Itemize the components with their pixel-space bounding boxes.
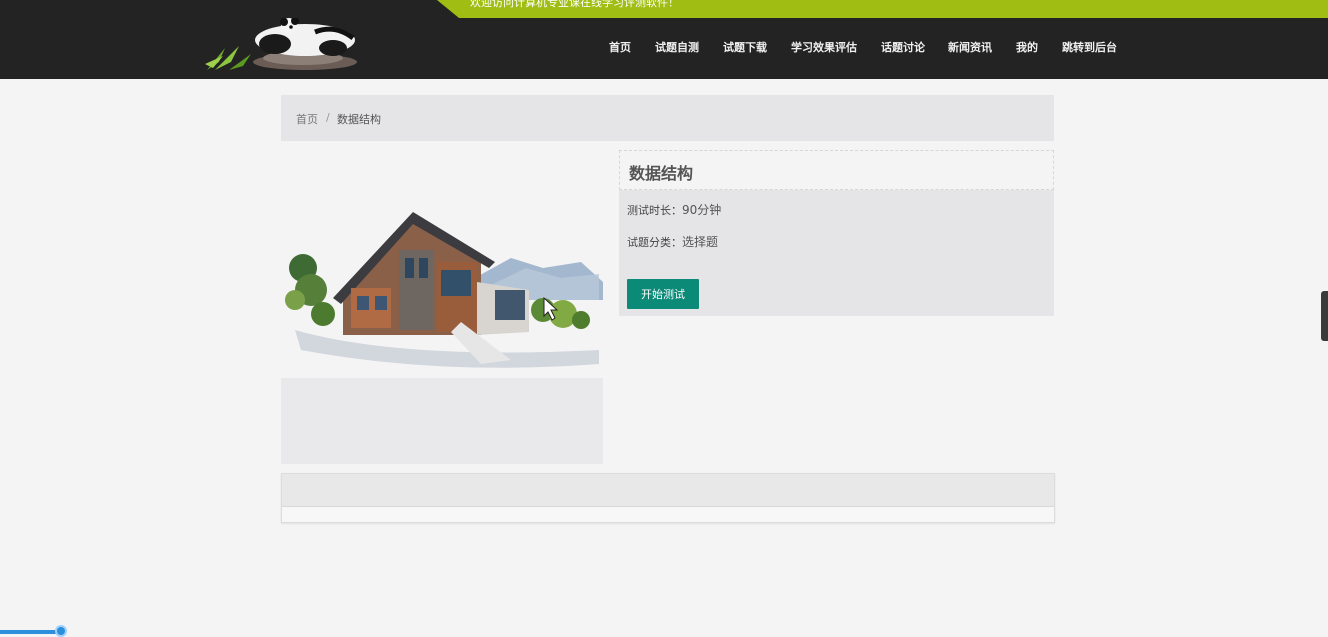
top-header: 欢迎访问计算机专业课在线学习评测软件！ 首页 试题自测 试题下载 学习效果评估 bbox=[0, 0, 1328, 79]
exam-title: 数据结构 bbox=[629, 164, 694, 183]
nav-news[interactable]: 新闻资讯 bbox=[948, 40, 992, 56]
nav-discussion[interactable]: 话题讨论 bbox=[881, 40, 925, 56]
breadcrumb: 首页 / 数据结构 bbox=[281, 95, 1054, 141]
welcome-text: 欢迎访问计算机专业课在线学习评测软件！ bbox=[470, 0, 679, 9]
detail-panel bbox=[281, 473, 1055, 523]
house-illustration bbox=[281, 150, 603, 378]
category-row: 试题分类：选择题 bbox=[627, 233, 718, 250]
start-test-button[interactable]: 开始测试 bbox=[627, 279, 699, 309]
nav-evaluation[interactable]: 学习效果评估 bbox=[791, 40, 857, 56]
scrollbar-thumb[interactable] bbox=[1321, 291, 1328, 341]
breadcrumb-separator: / bbox=[326, 111, 330, 124]
breadcrumb-current: 数据结构 bbox=[337, 113, 381, 126]
nav-self-test[interactable]: 试题自测 bbox=[655, 40, 699, 56]
exam-title-box: 数据结构 bbox=[619, 150, 1054, 190]
exam-info: 测试时长：90分钟 试题分类：选择题 开始测试 bbox=[619, 190, 1054, 316]
cover-caption-area bbox=[281, 378, 603, 464]
breadcrumb-home-link[interactable]: 首页 bbox=[296, 111, 318, 127]
category-label: 试题分类： bbox=[627, 236, 682, 249]
nav-mine[interactable]: 我的 bbox=[1016, 40, 1038, 56]
category-value: 选择题 bbox=[682, 235, 719, 249]
duration-label: 测试时长： bbox=[627, 204, 682, 217]
nav-home[interactable]: 首页 bbox=[609, 40, 631, 56]
duration-row: 测试时长：90分钟 bbox=[627, 201, 721, 218]
progress-bar bbox=[0, 630, 62, 634]
nav-admin[interactable]: 跳转到后台 bbox=[1062, 40, 1117, 56]
panda-logo-icon[interactable] bbox=[205, 17, 358, 71]
nav-download[interactable]: 试题下载 bbox=[723, 40, 767, 56]
duration-value: 90分钟 bbox=[682, 203, 722, 217]
detail-panel-header bbox=[282, 474, 1054, 507]
progress-knob[interactable] bbox=[55, 625, 67, 637]
